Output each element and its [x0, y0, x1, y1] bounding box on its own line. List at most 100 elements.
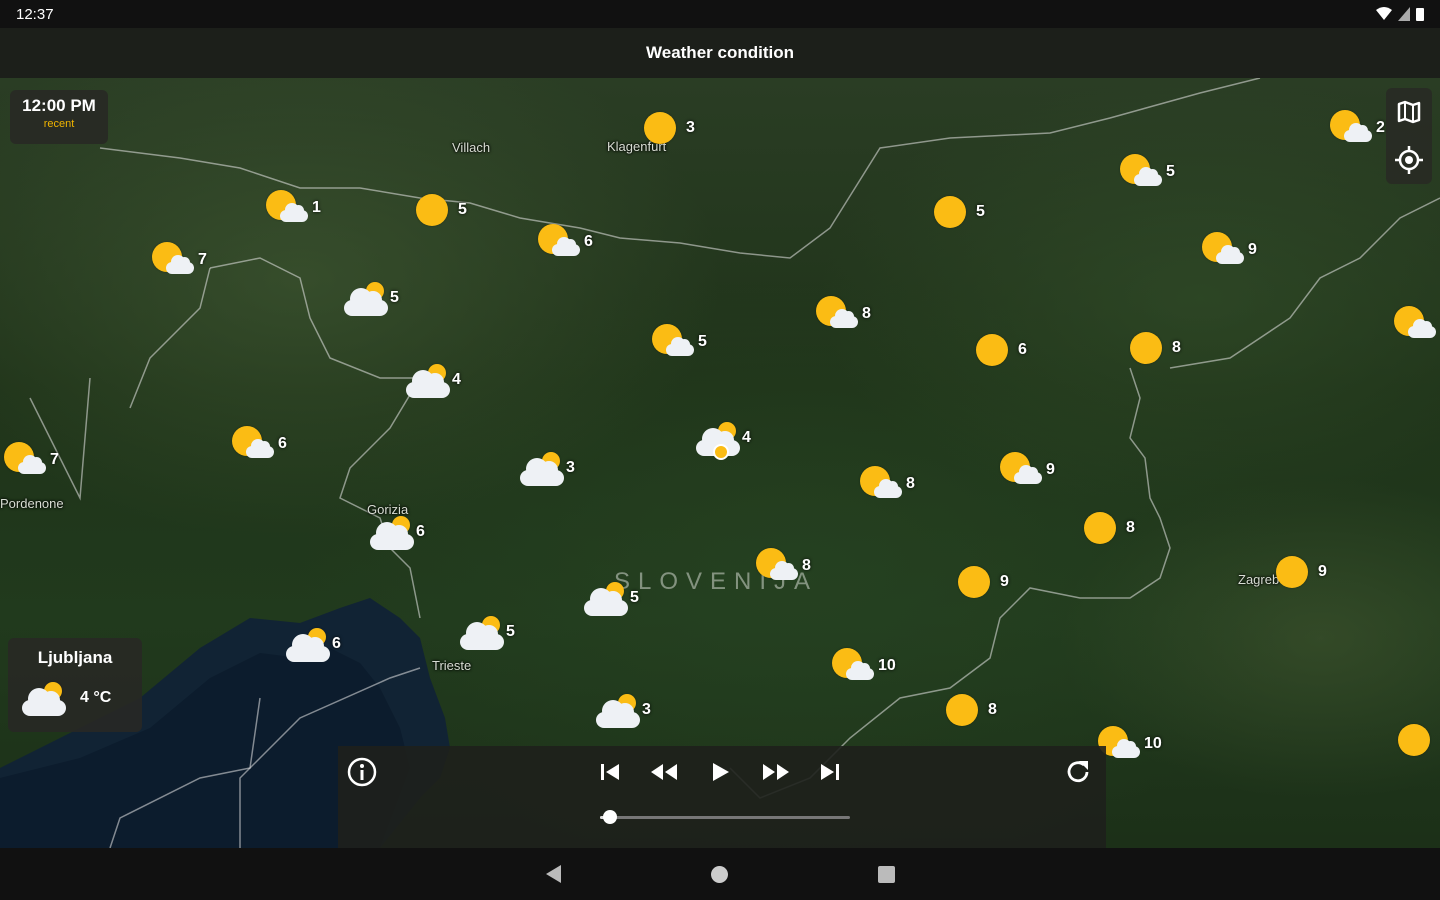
- weather-station[interactable]: 9: [996, 450, 1055, 490]
- forecast-time-status: recent: [43, 118, 75, 130]
- weather-station[interactable]: 9: [950, 562, 1009, 602]
- weather-station[interactable]: 10: [828, 646, 896, 686]
- sun-behind-cloud-icon: [1116, 152, 1164, 192]
- weather-station[interactable]: 5: [648, 322, 707, 362]
- sun-icon: [926, 192, 974, 232]
- weather-station[interactable]: 8: [812, 294, 871, 334]
- weather-station[interactable]: [1390, 304, 1440, 344]
- map-layers-icon: [1397, 100, 1421, 124]
- weather-station[interactable]: 5: [340, 278, 399, 318]
- rewind-button[interactable]: [644, 752, 684, 792]
- weather-station[interactable]: 6: [228, 424, 287, 464]
- station-temperature: 9: [1248, 241, 1257, 258]
- weather-station[interactable]: 6: [366, 512, 425, 552]
- timeline-slider[interactable]: [600, 810, 850, 824]
- sun-icon: [1122, 328, 1170, 368]
- refresh-button[interactable]: [1058, 752, 1098, 792]
- weather-station[interactable]: 5: [580, 578, 639, 618]
- sun-icon: [968, 330, 1016, 370]
- timeline-thumb[interactable]: [603, 810, 617, 824]
- sun-behind-cloud-icon: [856, 464, 904, 504]
- weather-station[interactable]: 5: [926, 192, 985, 232]
- cloud-with-sun-icon: [18, 678, 66, 718]
- weather-station[interactable]: 6: [534, 222, 593, 262]
- station-temperature: 3: [642, 701, 651, 718]
- weather-station[interactable]: 8: [1122, 328, 1181, 368]
- signal-icon: [1398, 7, 1410, 21]
- station-temperature: 9: [1318, 563, 1327, 580]
- weather-station[interactable]: 5: [408, 190, 467, 230]
- cloud-with-sun-icon: [366, 512, 414, 552]
- refresh-icon: [1067, 761, 1089, 783]
- map-layers-button[interactable]: [1386, 88, 1432, 136]
- weather-station[interactable]: 9: [1198, 230, 1257, 270]
- time-card[interactable]: 12:00 PM recent: [10, 90, 108, 144]
- sun-behind-cloud-icon: [0, 440, 48, 480]
- skip-to-end-button[interactable]: [810, 752, 850, 792]
- fast-forward-button[interactable]: [756, 752, 796, 792]
- cloud-with-sun-icon: [592, 690, 640, 730]
- city-temperature: 4 °C: [80, 689, 112, 706]
- sun-behind-cloud-icon: [1390, 304, 1438, 344]
- battery-icon: [1416, 8, 1424, 21]
- station-temperature: 6: [1018, 341, 1027, 358]
- sun-icon: [950, 562, 998, 602]
- station-temperature: 9: [1000, 573, 1009, 590]
- weather-station[interactable]: 3: [636, 108, 695, 148]
- back-icon[interactable]: [545, 865, 561, 883]
- sun-icon: [1390, 720, 1438, 760]
- my-location-button[interactable]: [1386, 136, 1432, 184]
- weather-station[interactable]: 9: [1268, 552, 1327, 592]
- map-background: [0, 78, 1440, 848]
- weather-station[interactable]: 6: [282, 624, 341, 664]
- station-temperature: 2: [1376, 119, 1385, 136]
- weather-station[interactable]: 7: [0, 440, 59, 480]
- wifi-icon: [1376, 7, 1392, 20]
- weather-station[interactable]: 4: [402, 360, 461, 400]
- station-temperature: 10: [878, 657, 896, 674]
- cloud-with-sun-icon: [456, 612, 504, 652]
- weather-station[interactable]: 5: [456, 612, 515, 652]
- sun-icon: [938, 690, 986, 730]
- sun-behind-cloud-icon: [1326, 108, 1374, 148]
- skip-to-start-button[interactable]: [590, 752, 630, 792]
- weather-station[interactable]: 6: [968, 330, 1027, 370]
- weather-station[interactable]: [1390, 720, 1440, 760]
- weather-station[interactable]: 3: [516, 448, 575, 488]
- info-button[interactable]: [342, 752, 382, 792]
- station-temperature: 8: [988, 701, 997, 718]
- weather-station[interactable]: 3: [592, 690, 651, 730]
- station-temperature: 6: [416, 523, 425, 540]
- recent-apps-icon[interactable]: [877, 865, 895, 883]
- weather-station[interactable]: 1: [262, 188, 321, 228]
- weather-station[interactable]: 5: [1116, 152, 1175, 192]
- station-temperature: 5: [698, 333, 707, 350]
- station-temperature: 8: [862, 305, 871, 322]
- weather-station[interactable]: 8: [938, 690, 997, 730]
- play-button[interactable]: [700, 752, 740, 792]
- weather-station[interactable]: 8: [856, 464, 915, 504]
- weather-station[interactable]: 8: [1076, 508, 1135, 548]
- city-card[interactable]: Ljubljana 4 °C: [8, 638, 142, 732]
- sun-icon: [408, 190, 456, 230]
- status-time: 12:37: [16, 5, 54, 23]
- weather-map[interactable]: Villach Klagenfurt Pordenone Gorizia Tri…: [0, 78, 1440, 848]
- sun-behind-cloud-icon: [1198, 230, 1246, 270]
- station-temperature: 8: [906, 475, 915, 492]
- station-temperature: 4: [742, 429, 751, 446]
- status-icons: [1376, 7, 1424, 21]
- playback-panel: [338, 746, 1106, 848]
- weather-station[interactable]: 7: [148, 240, 207, 280]
- skip-previous-icon: [601, 764, 619, 780]
- weather-station[interactable]: 8: [752, 546, 811, 586]
- sun-behind-cloud-icon: [534, 222, 582, 262]
- station-temperature: 5: [506, 623, 515, 640]
- fast-forward-icon: [763, 764, 789, 780]
- weather-station[interactable]: 2: [1326, 108, 1385, 148]
- selected-location-marker: [713, 444, 729, 460]
- city-name: Ljubljana: [37, 648, 113, 667]
- cloud-with-sun-icon: [580, 578, 628, 618]
- sun-icon: [1076, 508, 1124, 548]
- home-icon[interactable]: [710, 865, 728, 883]
- cloud-with-sun-icon: [282, 624, 330, 664]
